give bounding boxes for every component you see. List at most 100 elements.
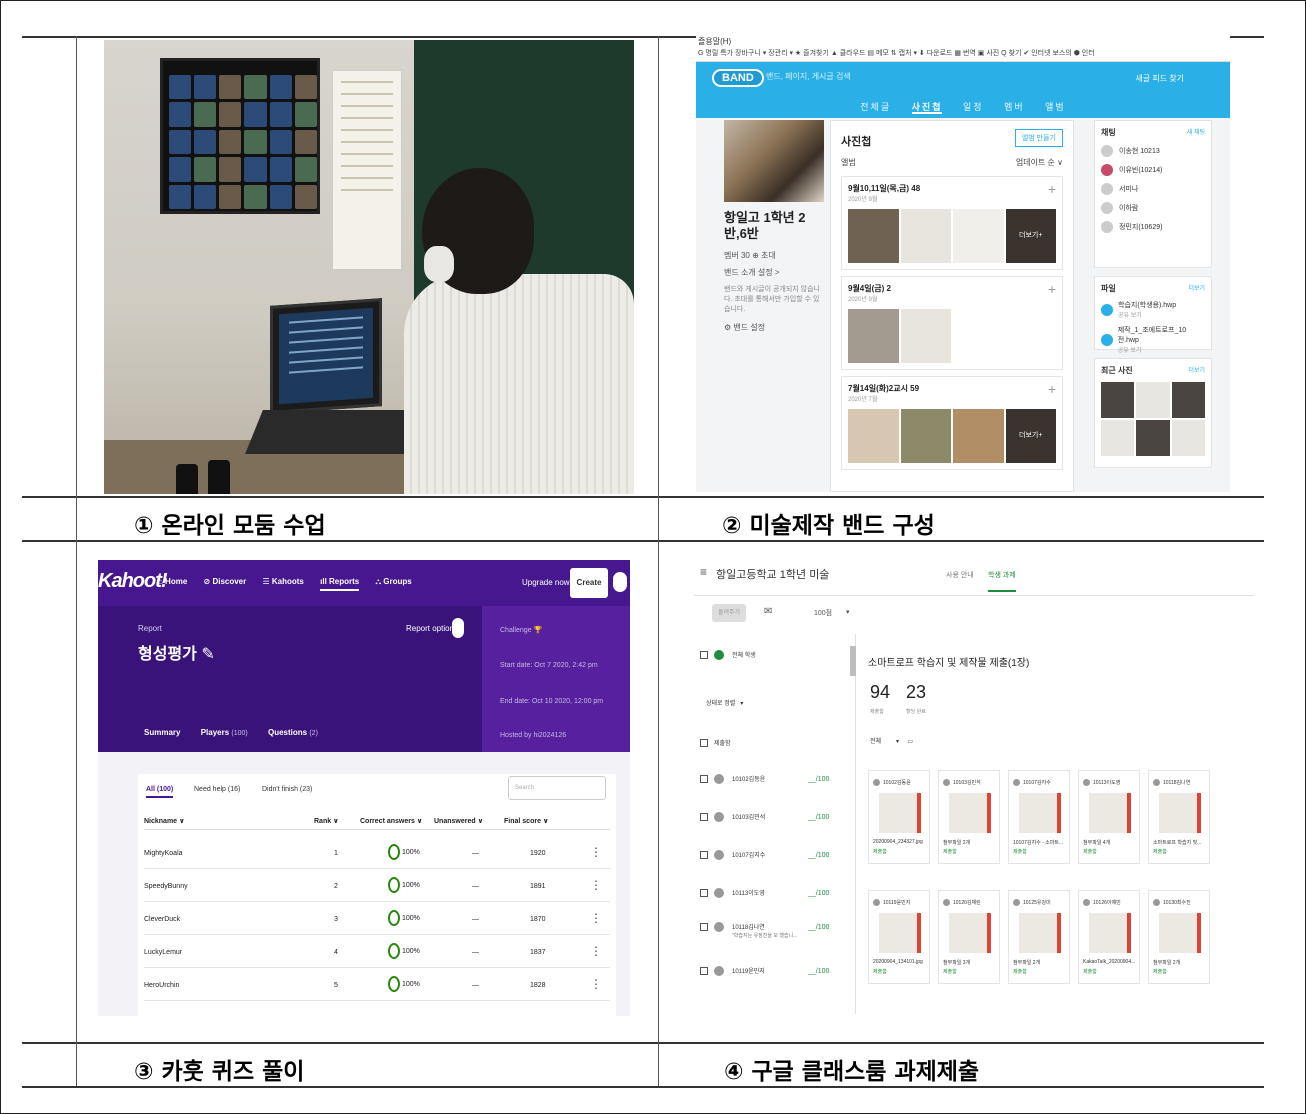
chat-member[interactable]: 이송현 10213 bbox=[1101, 145, 1205, 157]
all-students-row[interactable]: 전체 학생 bbox=[700, 650, 850, 661]
tab-questions[interactable]: Questions (2) bbox=[268, 728, 318, 737]
report-options-label[interactable]: Report options bbox=[406, 624, 458, 633]
tab-schedule[interactable]: 일정 bbox=[963, 102, 984, 112]
submission-card[interactable]: 10107김지수 10107김지수 - 소마트... 제출함 bbox=[1008, 770, 1070, 864]
student-row[interactable]: 10118김나연 __/100 "학습지는 유정진을 모 했습니... bbox=[700, 922, 850, 939]
submission-card[interactable]: 10113이도영 첨부파일 4개 제출함 bbox=[1078, 770, 1140, 864]
row-menu-icon[interactable]: ⋮ bbox=[590, 977, 602, 991]
upgrade-link[interactable]: Upgrade now bbox=[522, 578, 570, 587]
phone bbox=[208, 460, 230, 494]
attachment-thumbnail bbox=[1019, 793, 1061, 833]
chat-member[interactable]: 이유빈(10214) bbox=[1101, 164, 1205, 176]
student-row[interactable]: 10113이도영 __/100 bbox=[700, 888, 850, 899]
band-logo[interactable]: BAND bbox=[712, 69, 764, 87]
chat-member[interactable]: 정민지(10629) bbox=[1101, 221, 1205, 233]
student-row[interactable]: 10119윤민지 __/100 bbox=[700, 966, 850, 977]
row-menu-icon[interactable]: ⋮ bbox=[590, 944, 602, 958]
album-card[interactable]: + 9월10,11일(목,금) 48 2020년 9월 더보기+ bbox=[841, 176, 1063, 270]
table-row[interactable]: CleverDuck 3 100% —1870 ⋮ bbox=[144, 902, 610, 935]
file-item[interactable]: 제작_1_조에트로프_10전.hwp 공유 보기 bbox=[1101, 325, 1205, 354]
submission-card[interactable]: 10125유강미 첨부파일 2개 제출함 bbox=[1008, 890, 1070, 984]
nav-kahoots[interactable]: ☰ Kahoots bbox=[262, 577, 303, 586]
tab-photos[interactable]: 사진첩 bbox=[911, 102, 943, 114]
submission-card[interactable]: 10118김나연 소마트로프 학습지 및... 제출함 bbox=[1148, 770, 1210, 864]
recent-more-link[interactable]: 더보기 bbox=[1188, 365, 1205, 376]
row-menu-icon[interactable]: ⋮ bbox=[590, 911, 602, 925]
submitted-group[interactable]: 제출함 bbox=[700, 738, 850, 748]
more-link[interactable]: 더보기+ bbox=[1005, 209, 1056, 263]
student-row[interactable]: 10107김지수 __/100 bbox=[700, 850, 850, 861]
submission-card[interactable]: 10103김민석 첨부파일 2개 제출함 bbox=[938, 770, 1000, 864]
caption-art-band: ② 미술제작 밴드 구성 bbox=[722, 513, 935, 539]
band-settings-link[interactable]: ⚙ 밴드 설정 bbox=[724, 322, 824, 333]
student-row[interactable]: 10102김동윤 __/100 bbox=[700, 774, 850, 785]
more-options-icon[interactable] bbox=[452, 618, 464, 638]
tab-albums[interactable]: 앨범 bbox=[1045, 102, 1066, 112]
chevron-down-icon[interactable]: ▾ bbox=[846, 608, 850, 616]
album-card[interactable]: + 7월14일(화)2교시 59 2020년 7월 더보기+ bbox=[841, 376, 1063, 470]
table-row[interactable]: MightyKoala 1 100% —1920 ⋮ bbox=[144, 836, 610, 869]
avatar bbox=[1013, 899, 1020, 907]
table-row[interactable]: LuckyLemur 4 100% —1837 ⋮ bbox=[144, 935, 610, 968]
attachment-thumbnail bbox=[879, 913, 921, 953]
chat-member[interactable]: 서미나 bbox=[1101, 183, 1205, 195]
menu-icon[interactable]: ≡ bbox=[700, 565, 707, 579]
plus-icon[interactable]: + bbox=[1048, 382, 1056, 396]
mail-icon[interactable]: ✉ bbox=[764, 606, 772, 617]
points-select[interactable]: 100점 bbox=[814, 608, 832, 618]
band-header-links[interactable]: 새글 피드 찾기 bbox=[1135, 73, 1184, 84]
assigned-count: 23 bbox=[906, 682, 927, 702]
submission-card[interactable]: 10126이예빈 KakaoTalk_20200904... 제출함 bbox=[1078, 890, 1140, 984]
search-input[interactable]: Search bbox=[508, 776, 606, 800]
submission-card[interactable]: 10120김채린 첨부파일 3개 제출함 bbox=[938, 890, 1000, 984]
plus-icon[interactable]: + bbox=[1048, 182, 1056, 196]
file-item[interactable]: 학습지(학생용).hwp 공유 보기 bbox=[1101, 300, 1205, 319]
tab-all-posts[interactable]: 전체글 bbox=[860, 102, 891, 112]
table-row[interactable]: HeroUrchin 5 100% —1828 ⋮ bbox=[144, 968, 610, 1001]
member-count[interactable]: 멤버 30 ⊕ 초대 bbox=[724, 250, 824, 261]
players-table: All (100) Need help (16) Didn't finish (… bbox=[138, 774, 616, 1016]
intro-link[interactable]: 밴드 소개 설정 > bbox=[724, 267, 824, 278]
submission-card[interactable]: 10102김동윤 20200904_234327.jpg 제출함 bbox=[868, 770, 930, 864]
sort-dropdown[interactable]: 업데이트 순 ∨ bbox=[1016, 157, 1063, 168]
files-more-link[interactable]: 더보기 bbox=[1188, 283, 1205, 294]
new-chat-link[interactable]: 새 채팅 bbox=[1187, 127, 1205, 138]
tab-summary[interactable]: Summary bbox=[144, 728, 180, 737]
scrollbar[interactable] bbox=[850, 646, 856, 676]
user-icon[interactable] bbox=[613, 572, 627, 592]
more-link[interactable]: 더보기+ bbox=[1005, 409, 1056, 463]
student bbox=[404, 168, 634, 494]
plus-icon[interactable]: + bbox=[1048, 282, 1056, 296]
table-row[interactable]: SpeedyBunny 2 100% —1891 ⋮ bbox=[144, 869, 610, 902]
kahoot-logo[interactable]: Kahoot! bbox=[98, 570, 168, 593]
nav-groups[interactable]: ⛬ Groups bbox=[375, 577, 411, 586]
band-search-input[interactable]: 밴드, 페이지, 게시글 검색 bbox=[766, 71, 894, 82]
tab-players[interactable]: Players (100) bbox=[201, 728, 248, 737]
make-album-button[interactable]: 앨범 만들기 bbox=[1014, 129, 1063, 147]
group-name: 항일고 1학년 2반,6반 bbox=[724, 210, 806, 241]
submission-card[interactable]: 10130최수진 첨부파일 2개 제출함 bbox=[1148, 890, 1210, 984]
filter-didnt-finish[interactable]: Didn't finish (23) bbox=[262, 786, 312, 793]
chat-member[interactable]: 이하람 bbox=[1101, 202, 1205, 214]
create-button[interactable]: Create bbox=[570, 568, 608, 598]
return-button[interactable]: 돌려주기 bbox=[712, 604, 746, 622]
tab-student-work[interactable]: 학생 과제 bbox=[988, 570, 1016, 592]
nav-reports[interactable]: ıll Reports bbox=[320, 577, 360, 591]
filter-all[interactable]: All (100) bbox=[146, 786, 174, 798]
row-menu-icon[interactable]: ⋮ bbox=[590, 878, 602, 892]
tab-members[interactable]: 멤버 bbox=[1004, 102, 1025, 112]
nav-discover[interactable]: ⊘ Discover bbox=[204, 577, 247, 586]
submission-card[interactable]: 10119윤민지 20200904_134101.jpg 제출함 bbox=[868, 890, 930, 984]
filter-need-help[interactable]: Need help (16) bbox=[194, 786, 240, 793]
attachment-name: 소마트로프 학습지 및... bbox=[1153, 840, 1202, 846]
tab-instructions[interactable]: 사용 안내 bbox=[946, 570, 974, 580]
student-row[interactable]: 10103김민석 __/100 bbox=[700, 812, 850, 823]
attachment-name: 첨부파일 2개 bbox=[943, 840, 971, 846]
album-card[interactable]: + 9월4일(금) 2 2020년 9월 bbox=[841, 276, 1063, 370]
row-menu-icon[interactable]: ⋮ bbox=[590, 845, 602, 859]
sort-by-status[interactable]: 상태로 정렬 ▾ bbox=[706, 698, 856, 707]
filter-dropdown[interactable]: 전체 ▾ ▭ bbox=[870, 736, 913, 745]
attachment-thumbnail bbox=[949, 793, 991, 833]
submission-status: 제출함 bbox=[1083, 849, 1097, 855]
nav-home[interactable]: ⌂ Home bbox=[158, 577, 187, 586]
